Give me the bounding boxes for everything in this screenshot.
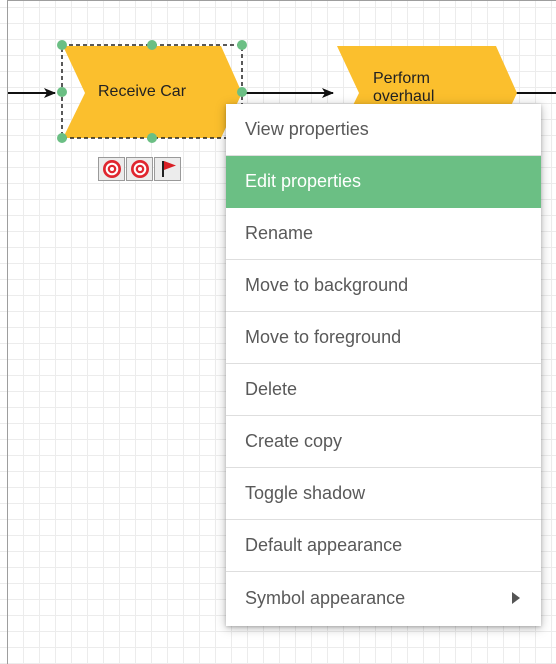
resize-handle-right[interactable] [237, 87, 247, 97]
menu-item-label: View properties [245, 119, 369, 139]
menu-item-label: Delete [245, 379, 298, 399]
resize-handle-bottom-left[interactable] [57, 133, 67, 143]
menu-item-toggle-shadow[interactable]: Toggle shadow [226, 468, 541, 520]
menu-item-label: Edit properties [245, 171, 362, 191]
menu-item-move-to-foreground[interactable]: Move to foreground [226, 312, 541, 364]
resize-handle-bottom[interactable] [147, 133, 157, 143]
menu-item-label: Toggle shadow [245, 483, 366, 503]
target-icon[interactable] [98, 157, 125, 181]
resize-handle-top-left[interactable] [57, 40, 67, 50]
menu-item-rename[interactable]: Rename [226, 208, 541, 260]
shape-label-perform-overhaul: Perform overhaul [373, 70, 435, 104]
shape-label-receive-car: Receive Car [98, 83, 187, 100]
submenu-arrow-icon [511, 592, 521, 604]
menu-item-label: Move to background [245, 275, 409, 295]
menu-item-delete[interactable]: Delete [226, 364, 541, 416]
menu-item-label: Default appearance [245, 535, 403, 555]
menu-item-label: Symbol appearance [245, 587, 406, 608]
menu-item-label: Rename [245, 223, 314, 243]
resize-handle-left[interactable] [57, 87, 67, 97]
red-flag-icon[interactable] [154, 157, 181, 181]
menu-item-create-copy[interactable]: Create copy [226, 416, 541, 468]
menu-item-symbol-appearance[interactable]: Symbol appearance [226, 572, 541, 624]
target-icon[interactable] [126, 157, 153, 181]
menu-item-edit-properties[interactable]: Edit properties [226, 156, 541, 208]
menu-item-view-properties[interactable]: View properties [226, 104, 541, 156]
menu-item-default-appearance[interactable]: Default appearance [226, 520, 541, 572]
menu-item-label: Move to foreground [245, 327, 402, 347]
context-menu: View properties Edit properties Rename M… [226, 104, 541, 626]
menu-item-label: Create copy [245, 431, 343, 451]
menu-item-move-to-background[interactable]: Move to background [226, 260, 541, 312]
resize-handle-top-right[interactable] [237, 40, 247, 50]
resize-handle-top[interactable] [147, 40, 157, 50]
shape-markers [98, 157, 181, 181]
